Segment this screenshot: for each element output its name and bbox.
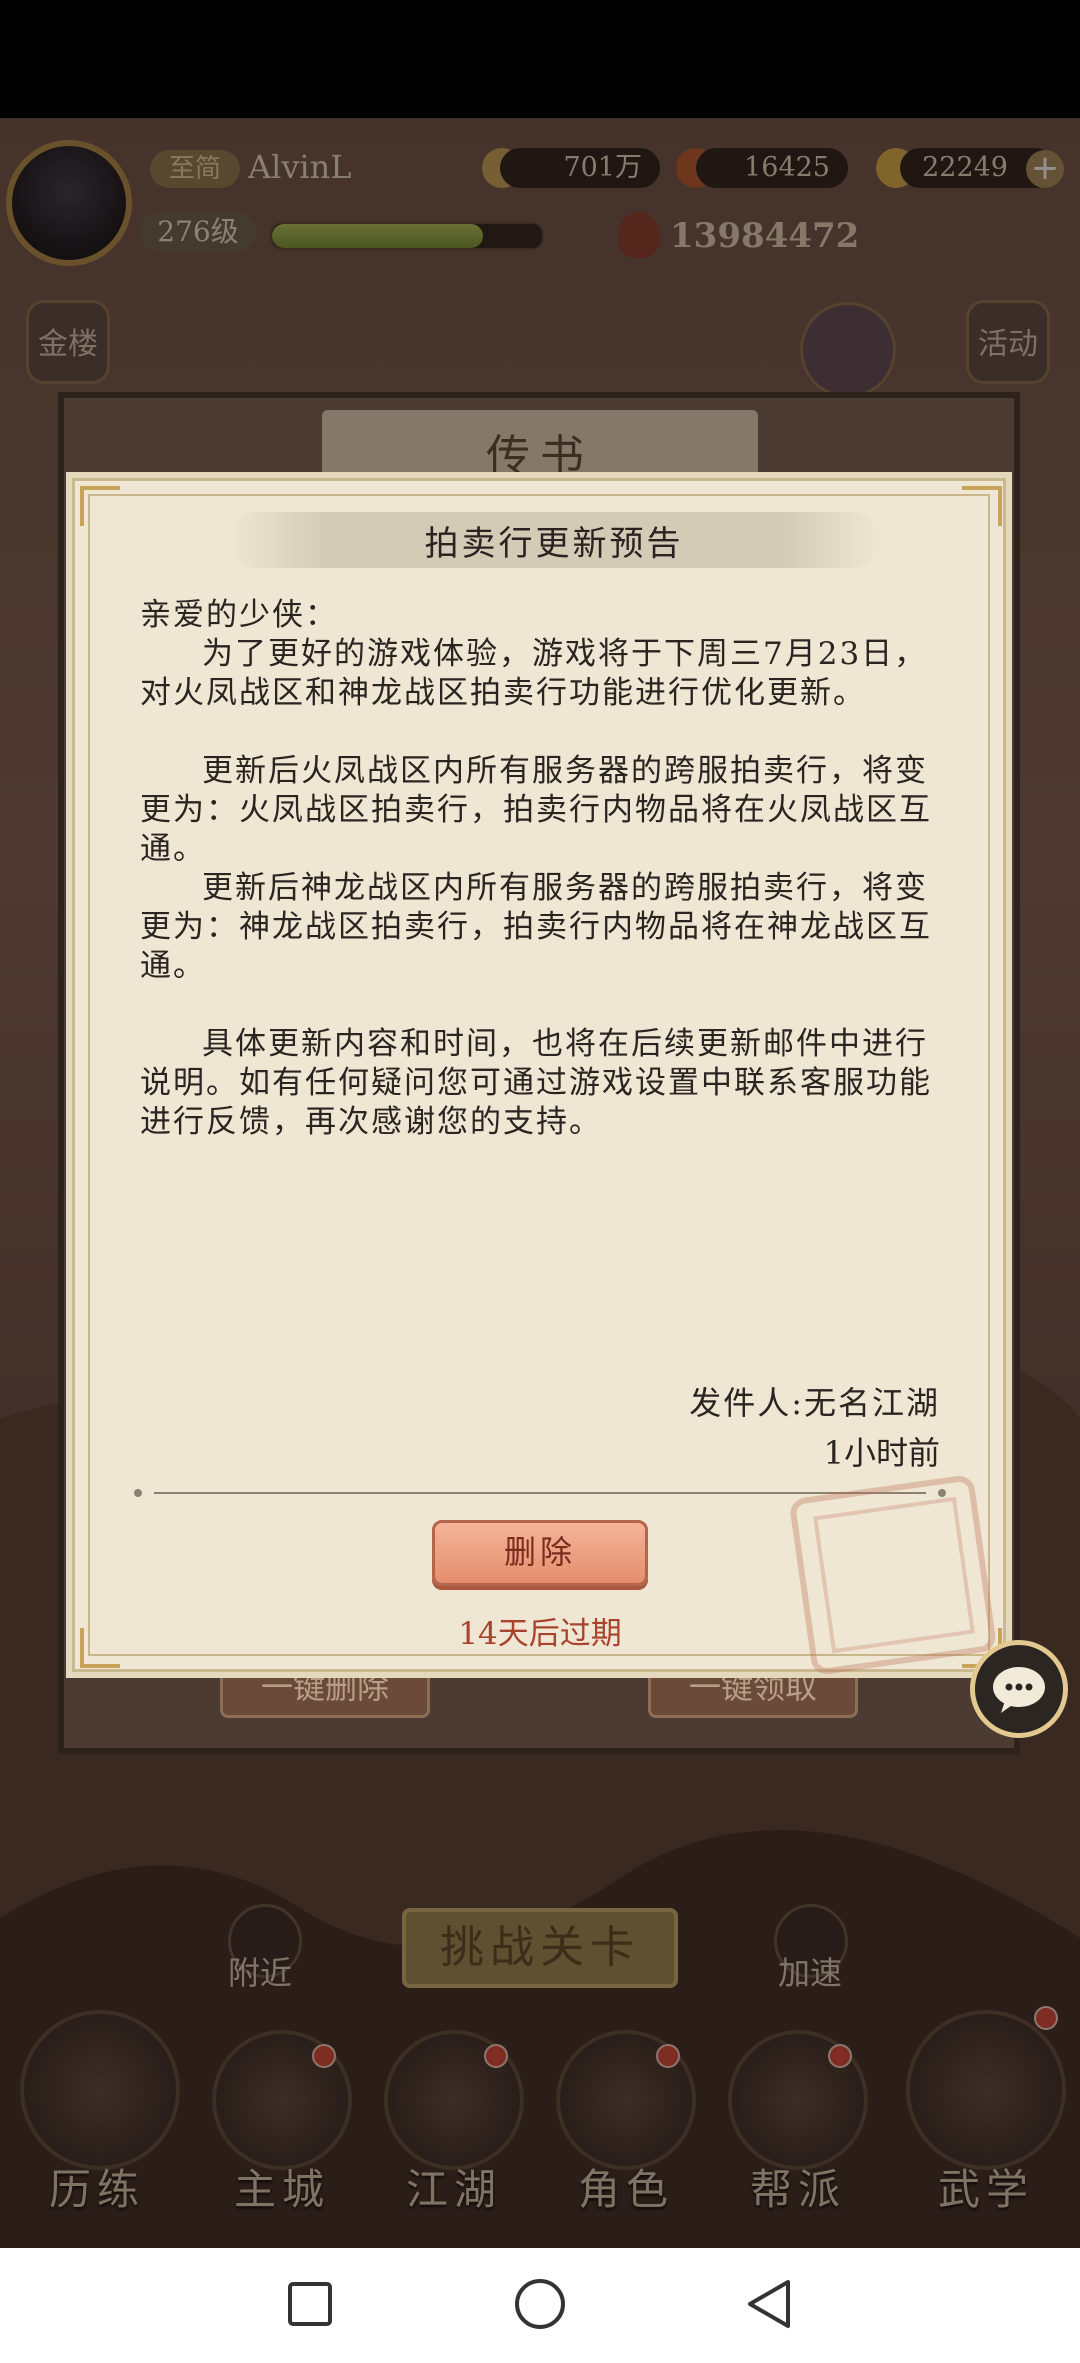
system-navigation-bar — [0, 2248, 1080, 2363]
corner-ornament — [80, 486, 120, 526]
divider — [154, 1492, 926, 1494]
mail-paragraph: 更新后火凤战区内所有服务器的跨服拍卖行，将变更为：火凤战区拍卖行，拍卖行内物品将… — [140, 753, 932, 867]
mail-sender: 发件人:无名江湖 — [689, 1384, 940, 1422]
mail-paragraph: 具体更新内容和时间，也将在后续更新邮件中进行说明。如有任何疑问您可通过游戏设置中… — [140, 1026, 932, 1140]
square-icon[interactable] — [288, 2282, 332, 2326]
corner-ornament — [962, 486, 1002, 526]
mail-sent-time: 1小时前 — [823, 1434, 940, 1472]
circle-icon[interactable] — [515, 2279, 565, 2329]
expiry-text: 14天后过期 — [458, 1616, 622, 1652]
triangle-back-icon[interactable] — [748, 2280, 790, 2328]
mail-title: 拍卖行更新预告 — [424, 524, 684, 564]
chat-bubble-icon[interactable] — [970, 1640, 1068, 1738]
mail-body: 亲爱的少侠： 为了更好的游戏体验，游戏将于下周三7月23日，对火凤战区和神龙战区… — [140, 596, 940, 1142]
red-seal-stamp-inner — [813, 1496, 975, 1654]
mail-paragraph: 为了更好的游戏体验，游戏将于下周三7月23日，对火凤战区和神龙战区拍卖行功能进行… — [140, 636, 928, 711]
mail-greeting: 亲爱的少侠： — [140, 597, 338, 633]
divider-dot — [134, 1489, 142, 1497]
delete-button[interactable]: 删除 — [432, 1520, 648, 1586]
corner-ornament — [80, 1628, 120, 1668]
mail-panel-title: 传书 — [486, 431, 594, 482]
mail-paragraph: 更新后神龙战区内所有服务器的跨服拍卖行，将变更为：神龙战区拍卖行，拍卖行内物品将… — [140, 870, 932, 984]
